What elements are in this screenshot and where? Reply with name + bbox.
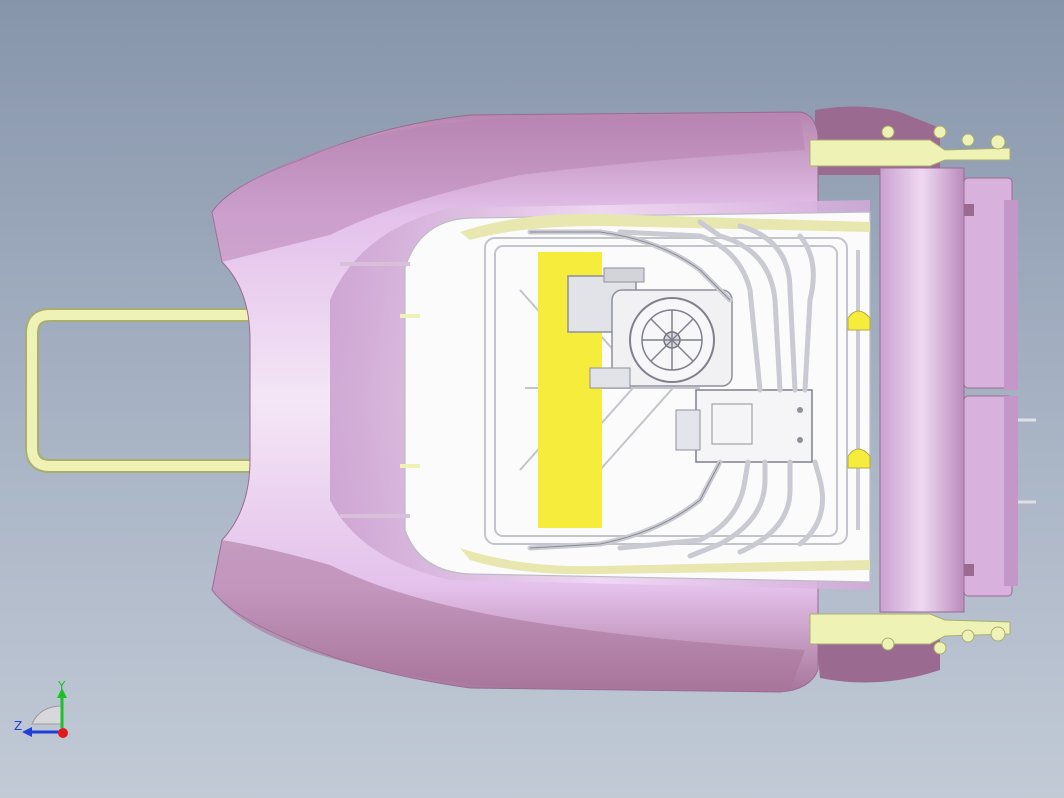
- cad-viewport[interactable]: Y Z: [0, 0, 1064, 798]
- x-axis-dot-icon: [58, 728, 68, 738]
- z-axis-arrow-icon: [22, 727, 32, 737]
- orientation-triad: Y Z: [14, 679, 68, 738]
- control-box: [675, 389, 813, 463]
- pull-handle[interactable]: [25, 308, 255, 473]
- y-axis-label: Y: [57, 679, 66, 693]
- cart-model[interactable]: [0, 0, 1064, 798]
- z-axis-label: Z: [14, 719, 22, 733]
- triad-plane: [31, 705, 63, 725]
- rear-end-panel: [879, 167, 1036, 613]
